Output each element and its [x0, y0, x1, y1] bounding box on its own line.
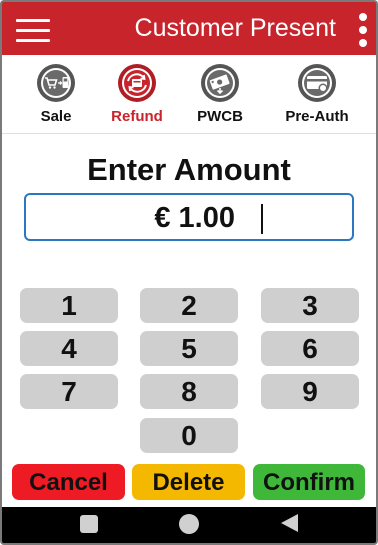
keypad-key-4[interactable]: 4	[20, 331, 118, 366]
amount-heading: Enter Amount	[87, 152, 291, 187]
amount-input[interactable]: € 1.00	[24, 193, 354, 241]
overflow-menu-icon[interactable]	[358, 13, 368, 47]
keypad-key-1[interactable]: 1	[20, 288, 118, 323]
tab-sale-label: Sale	[40, 108, 72, 125]
confirm-button[interactable]: Confirm	[253, 464, 365, 500]
tab-pwcb[interactable]: PWCB	[180, 55, 260, 133]
text-cursor	[261, 204, 263, 234]
tab-refund[interactable]: Refund	[97, 55, 177, 133]
keypad-key-9[interactable]: 9	[261, 374, 359, 409]
home-icon[interactable]	[179, 514, 199, 534]
keypad-key-8[interactable]: 8	[140, 374, 238, 409]
back-icon[interactable]	[281, 514, 298, 532]
cancel-button[interactable]: Cancel	[12, 464, 125, 500]
tab-refund-label: Refund	[111, 108, 163, 125]
keypad-key-3[interactable]: 3	[261, 288, 359, 323]
keypad-key-7[interactable]: 7	[20, 374, 118, 409]
keypad-key-6[interactable]: 6	[261, 331, 359, 366]
keypad-key-5[interactable]: 5	[140, 331, 238, 366]
keypad-key-2[interactable]: 2	[140, 288, 238, 323]
tab-pre-auth-label: Pre-Auth	[285, 108, 349, 125]
amount-value: € 1.00	[154, 202, 235, 234]
hamburger-menu-icon[interactable]	[16, 16, 50, 44]
refund-arrows-icon	[118, 64, 156, 102]
card-lock-icon	[298, 64, 336, 102]
delete-button[interactable]: Delete	[132, 464, 245, 500]
transaction-type-tabs: Sale Refund PWCB Pre-Auth	[2, 55, 376, 134]
page-title: Customer Present	[134, 14, 336, 42]
tab-sale[interactable]: Sale	[16, 55, 96, 133]
tab-pwcb-label: PWCB	[197, 108, 243, 125]
recent-apps-icon[interactable]	[80, 515, 98, 533]
cash-back-icon	[201, 64, 239, 102]
keypad-key-0[interactable]: 0	[140, 418, 238, 453]
cart-to-card-icon	[37, 64, 75, 102]
app-header: Customer Present	[2, 2, 376, 55]
tab-pre-auth[interactable]: Pre-Auth	[277, 55, 357, 133]
system-navigation-bar	[2, 507, 376, 543]
